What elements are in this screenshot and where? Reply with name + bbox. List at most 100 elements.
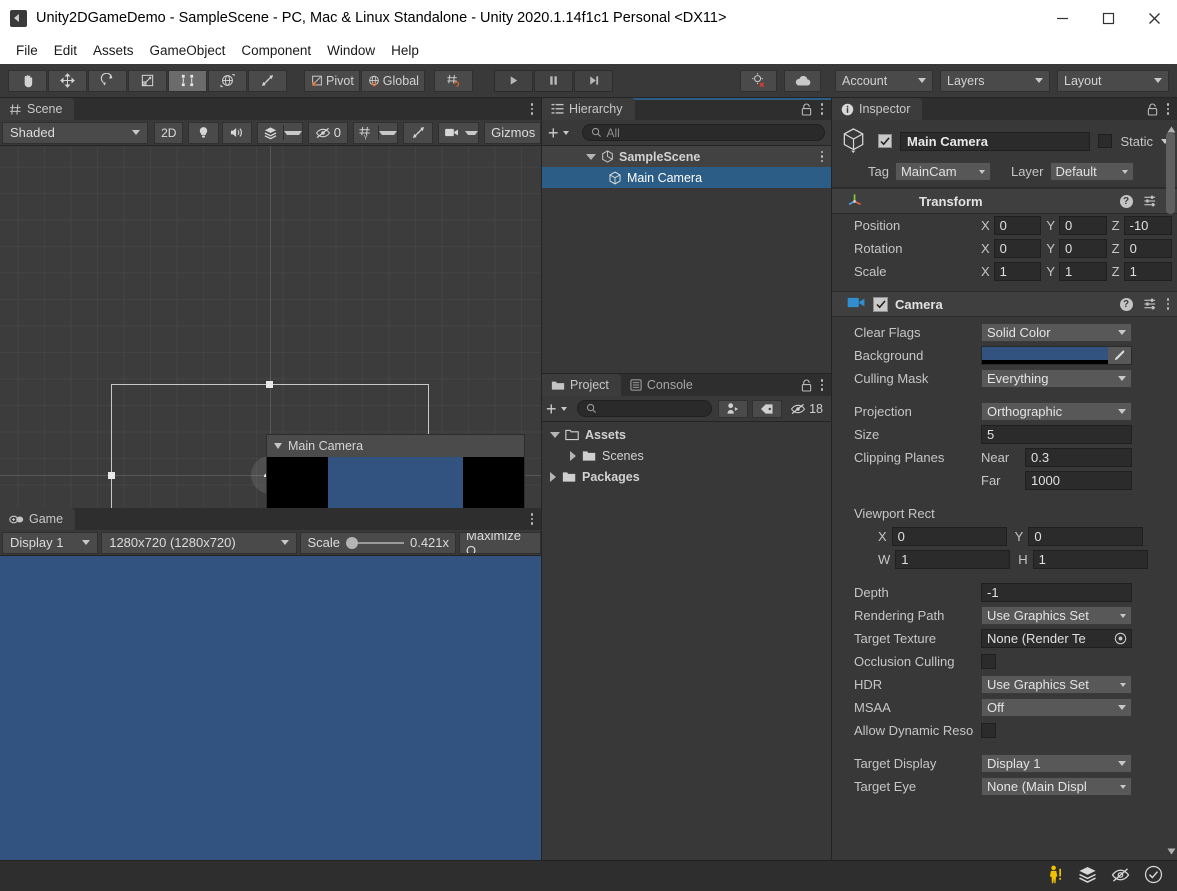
- menu-edit[interactable]: Edit: [46, 40, 85, 61]
- menu-file[interactable]: File: [8, 40, 46, 61]
- rotation-z-input[interactable]: 0: [1123, 239, 1172, 258]
- warning-person-icon[interactable]: [1047, 865, 1064, 887]
- depth-input[interactable]: -1: [981, 583, 1132, 602]
- check-circle-icon[interactable]: [1144, 865, 1163, 887]
- inspector-menu-icon[interactable]: [1166, 103, 1169, 115]
- viewport-w-input[interactable]: 1: [895, 550, 1011, 569]
- target-display-dropdown[interactable]: Display 1: [981, 754, 1132, 773]
- scroll-down-arrow[interactable]: [1167, 844, 1176, 858]
- menu-help[interactable]: Help: [383, 40, 427, 61]
- target-texture-field[interactable]: None (Render Te: [981, 629, 1132, 648]
- scene-viewport[interactable]: Main Camera: [0, 146, 541, 508]
- lock-icon[interactable]: [801, 103, 812, 116]
- minimize-icon[interactable]: [1039, 0, 1085, 36]
- step-button[interactable]: [573, 69, 613, 92]
- menu-assets[interactable]: Assets: [85, 40, 142, 61]
- chevron-right-icon[interactable]: [570, 450, 576, 461]
- occlusion-culling-checkbox[interactable]: [981, 654, 996, 669]
- scene-context-menu-icon[interactable]: [820, 150, 823, 163]
- tab-project[interactable]: Project: [542, 374, 621, 396]
- tag-dropdown[interactable]: MainCam: [894, 162, 991, 181]
- help-icon[interactable]: ?: [1119, 297, 1133, 311]
- rendering-path-dropdown[interactable]: Use Graphics Set: [981, 606, 1132, 625]
- visibility-off-icon[interactable]: [1111, 867, 1130, 886]
- viewport-h-input[interactable]: 1: [1032, 550, 1148, 569]
- menu-gameobject[interactable]: GameObject: [142, 40, 234, 61]
- close-icon[interactable]: [1131, 0, 1177, 36]
- move-tool[interactable]: [48, 69, 87, 92]
- hidden-assets-count[interactable]: 18: [786, 402, 827, 416]
- viewport-x-input[interactable]: 0: [891, 527, 1007, 546]
- scale-z-input[interactable]: 1: [1123, 262, 1172, 281]
- transform-tool[interactable]: [208, 69, 247, 92]
- chevron-down-icon[interactable]: [586, 153, 596, 160]
- scale-slider-thumb[interactable]: [345, 536, 358, 549]
- camera-preview-header[interactable]: Main Camera: [267, 435, 524, 457]
- help-icon[interactable]: ?: [1119, 194, 1133, 208]
- scene-camera-dropdown[interactable]: [438, 121, 480, 144]
- hierarchy-tree[interactable]: SampleScene Main Camera: [542, 146, 831, 373]
- clear-flags-dropdown[interactable]: Solid Color: [981, 323, 1132, 342]
- position-x-input[interactable]: 0: [993, 216, 1042, 235]
- gizmos-dropdown[interactable]: Gizmos: [484, 121, 541, 144]
- layout-dropdown[interactable]: Layout: [1057, 69, 1169, 92]
- maximize-icon[interactable]: [1085, 0, 1131, 36]
- game-viewport[interactable]: [0, 556, 541, 860]
- rect-tool[interactable]: [168, 69, 207, 92]
- near-input[interactable]: 0.3: [1025, 448, 1132, 467]
- display-dropdown[interactable]: Display 1: [2, 531, 99, 554]
- hdr-dropdown[interactable]: Use Graphics Set: [981, 675, 1132, 694]
- eyedropper-icon[interactable]: [1108, 347, 1131, 364]
- tab-hierarchy[interactable]: Hierarchy: [542, 98, 635, 120]
- scale-x-input[interactable]: 1: [993, 262, 1042, 281]
- global-button[interactable]: Global: [360, 69, 425, 92]
- lock-icon[interactable]: [1147, 103, 1158, 116]
- culling-mask-dropdown[interactable]: Everything: [981, 369, 1132, 388]
- scale-tool[interactable]: [128, 69, 167, 92]
- tab-game[interactable]: Game: [0, 508, 76, 530]
- tab-console[interactable]: Console: [621, 374, 705, 396]
- audio-icon[interactable]: [221, 121, 252, 144]
- rotation-x-input[interactable]: 0: [993, 239, 1042, 258]
- far-input[interactable]: 1000: [1025, 471, 1132, 490]
- layers-stack-icon[interactable]: [1078, 866, 1097, 886]
- camera-component-header[interactable]: Camera ?: [832, 291, 1177, 317]
- collab-icon[interactable]: [740, 69, 777, 92]
- custom-tool[interactable]: [248, 69, 287, 92]
- object-picker-icon[interactable]: [1110, 632, 1131, 645]
- rect-handle-left[interactable]: [108, 472, 115, 479]
- transform-component-header[interactable]: Transform ?: [832, 188, 1177, 214]
- pause-button[interactable]: [533, 69, 573, 92]
- chevron-right-icon[interactable]: [550, 471, 556, 482]
- shading-mode-dropdown[interactable]: Shaded: [2, 121, 149, 144]
- project-item-scenes[interactable]: Scenes: [542, 445, 831, 466]
- tab-inspector[interactable]: Inspector: [832, 98, 923, 120]
- hierarchy-menu-icon[interactable]: [820, 103, 823, 115]
- chevron-down-icon[interactable]: [550, 431, 560, 438]
- project-item-assets[interactable]: Assets: [542, 424, 831, 445]
- project-item-packages[interactable]: Packages: [542, 466, 831, 487]
- position-z-input[interactable]: -10: [1123, 216, 1172, 235]
- gameobject-enabled-checkbox[interactable]: [878, 134, 892, 148]
- tab-scene[interactable]: Scene: [0, 98, 75, 120]
- play-button[interactable]: [493, 69, 533, 92]
- position-y-input[interactable]: 0: [1059, 216, 1107, 235]
- account-dropdown[interactable]: Account: [835, 69, 933, 92]
- create-asset-button[interactable]: +: [546, 400, 567, 418]
- effects-dropdown[interactable]: [256, 121, 303, 144]
- camera-enabled-checkbox[interactable]: [873, 296, 888, 312]
- toggle-2d-button[interactable]: 2D: [154, 121, 184, 144]
- pivot-button[interactable]: Pivot: [304, 69, 360, 92]
- grid-dropdown[interactable]: Y: [352, 121, 398, 144]
- layers-dropdown[interactable]: Layers: [940, 69, 1050, 92]
- hand-tool[interactable]: [8, 69, 47, 92]
- scene-tools-icon[interactable]: [402, 121, 434, 144]
- projection-dropdown[interactable]: Orthographic: [981, 402, 1132, 421]
- layer-dropdown[interactable]: Default: [1049, 162, 1134, 181]
- scale-y-input[interactable]: 1: [1059, 262, 1107, 281]
- inspector-scrollbar[interactable]: [1166, 122, 1175, 858]
- viewport-y-input[interactable]: 0: [1028, 527, 1144, 546]
- gameobject-name-input[interactable]: Main Camera: [900, 131, 1091, 151]
- resolution-dropdown[interactable]: 1280x720 (1280x720): [101, 531, 298, 554]
- menu-component[interactable]: Component: [233, 40, 319, 61]
